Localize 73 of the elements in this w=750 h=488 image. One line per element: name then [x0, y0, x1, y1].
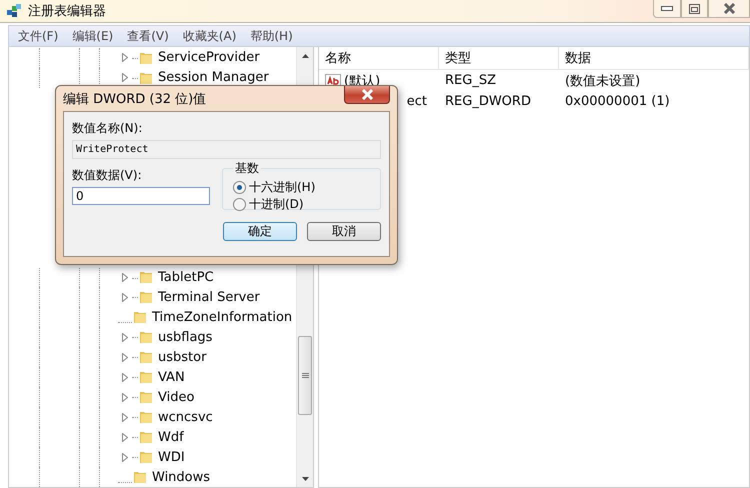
- tree-item[interactable]: VAN: [154, 370, 185, 385]
- expand-arrow-icon[interactable]: [122, 372, 128, 382]
- expand-arrow-icon[interactable]: [122, 412, 128, 422]
- tree-item[interactable]: Video: [154, 390, 194, 405]
- value-type: REG_DWORD: [445, 94, 531, 109]
- registry-cubes-icon: [6, 3, 22, 19]
- scroll-up-icon[interactable]: [302, 54, 309, 58]
- tree-item[interactable]: usbflags: [154, 330, 212, 345]
- radio-button[interactable]: [233, 198, 246, 211]
- tree-item[interactable]: WDI: [154, 450, 185, 465]
- expand-arrow-icon[interactable]: [122, 53, 128, 62]
- tree-item[interactable]: Session Manager: [154, 70, 269, 86]
- dialog-button[interactable]: 确定: [223, 222, 297, 241]
- close-button[interactable]: [708, 0, 750, 18]
- folder-icon: [138, 329, 154, 346]
- expand-arrow-icon[interactable]: [122, 332, 128, 342]
- minimize-button[interactable]: [653, 0, 681, 18]
- folder-icon: [132, 469, 148, 485]
- value-name[interactable]: ect: [406, 94, 427, 109]
- folder-icon: [138, 449, 154, 466]
- value-data: (数值未设置): [565, 72, 640, 90]
- tree-item[interactable]: TimeZoneInformation: [148, 310, 292, 325]
- expand-arrow-icon[interactable]: [122, 352, 128, 362]
- tree-item[interactable]: Windows: [148, 470, 210, 484]
- value-type: REG_SZ: [445, 73, 496, 88]
- menu-item[interactable]: 编辑(E): [67, 28, 118, 44]
- expand-arrow-icon[interactable]: [122, 292, 128, 302]
- tree-item[interactable]: TabletPC: [154, 270, 214, 285]
- folder-icon: [138, 269, 154, 286]
- window-title: 注册表编辑器: [28, 3, 106, 20]
- dialog-button[interactable]: 取消: [307, 222, 381, 241]
- expand-arrow-icon[interactable]: [122, 73, 128, 82]
- tree-item[interactable]: ServiceProvider: [154, 50, 260, 66]
- menu-item[interactable]: 查看(V): [122, 28, 174, 44]
- dialog-title: 编辑 DWORD (32 位)值: [63, 90, 206, 108]
- tree-item[interactable]: Terminal Server: [154, 290, 260, 305]
- folder-icon: [138, 389, 154, 406]
- column-header[interactable]: 数据: [559, 47, 749, 69]
- close-button[interactable]: [344, 86, 390, 104]
- field-label: 数值名称(N):: [72, 120, 144, 137]
- tree-item[interactable]: wcncsvc: [154, 410, 213, 425]
- value-data: 0x00000001 (1): [565, 94, 670, 109]
- column-header[interactable]: 类型: [439, 47, 559, 69]
- group-label: 基数: [234, 160, 260, 177]
- folder-icon: [138, 289, 154, 306]
- folder-icon: [138, 369, 154, 386]
- expand-arrow-icon[interactable]: [122, 272, 128, 282]
- folder-icon: [138, 349, 154, 366]
- folder-icon: [138, 429, 154, 446]
- scroll-down-icon[interactable]: [302, 476, 309, 480]
- expand-arrow-icon[interactable]: [122, 432, 128, 442]
- radio-label[interactable]: 十六进制(H): [249, 179, 316, 196]
- tree-item[interactable]: usbstor: [154, 350, 206, 365]
- menu-item[interactable]: 文件(F): [13, 28, 64, 44]
- folder-icon: [138, 409, 154, 426]
- close-icon: [722, 3, 736, 14]
- maximize-button[interactable]: [681, 0, 708, 18]
- column-header[interactable]: 名称: [319, 47, 439, 69]
- field-label: 数值数据(V):: [72, 167, 143, 184]
- menu-item[interactable]: 收藏夹(A): [178, 28, 242, 44]
- minimize-icon: [661, 6, 673, 11]
- radio-label[interactable]: 十进制(D): [249, 196, 304, 213]
- expand-arrow-icon[interactable]: [122, 392, 128, 402]
- maximize-icon: [689, 4, 700, 14]
- scroll-thumb[interactable]: [298, 336, 312, 415]
- radio-button[interactable]: [233, 181, 246, 194]
- value-name-field[interactable]: WriteProtect: [72, 140, 381, 159]
- menu-item[interactable]: 帮助(H): [245, 28, 298, 44]
- value-data-field[interactable]: 0: [72, 187, 210, 205]
- tree-item[interactable]: Wdf: [154, 430, 184, 445]
- folder-icon: [132, 309, 148, 326]
- expand-arrow-icon[interactable]: [122, 452, 128, 462]
- close-icon: [360, 89, 374, 100]
